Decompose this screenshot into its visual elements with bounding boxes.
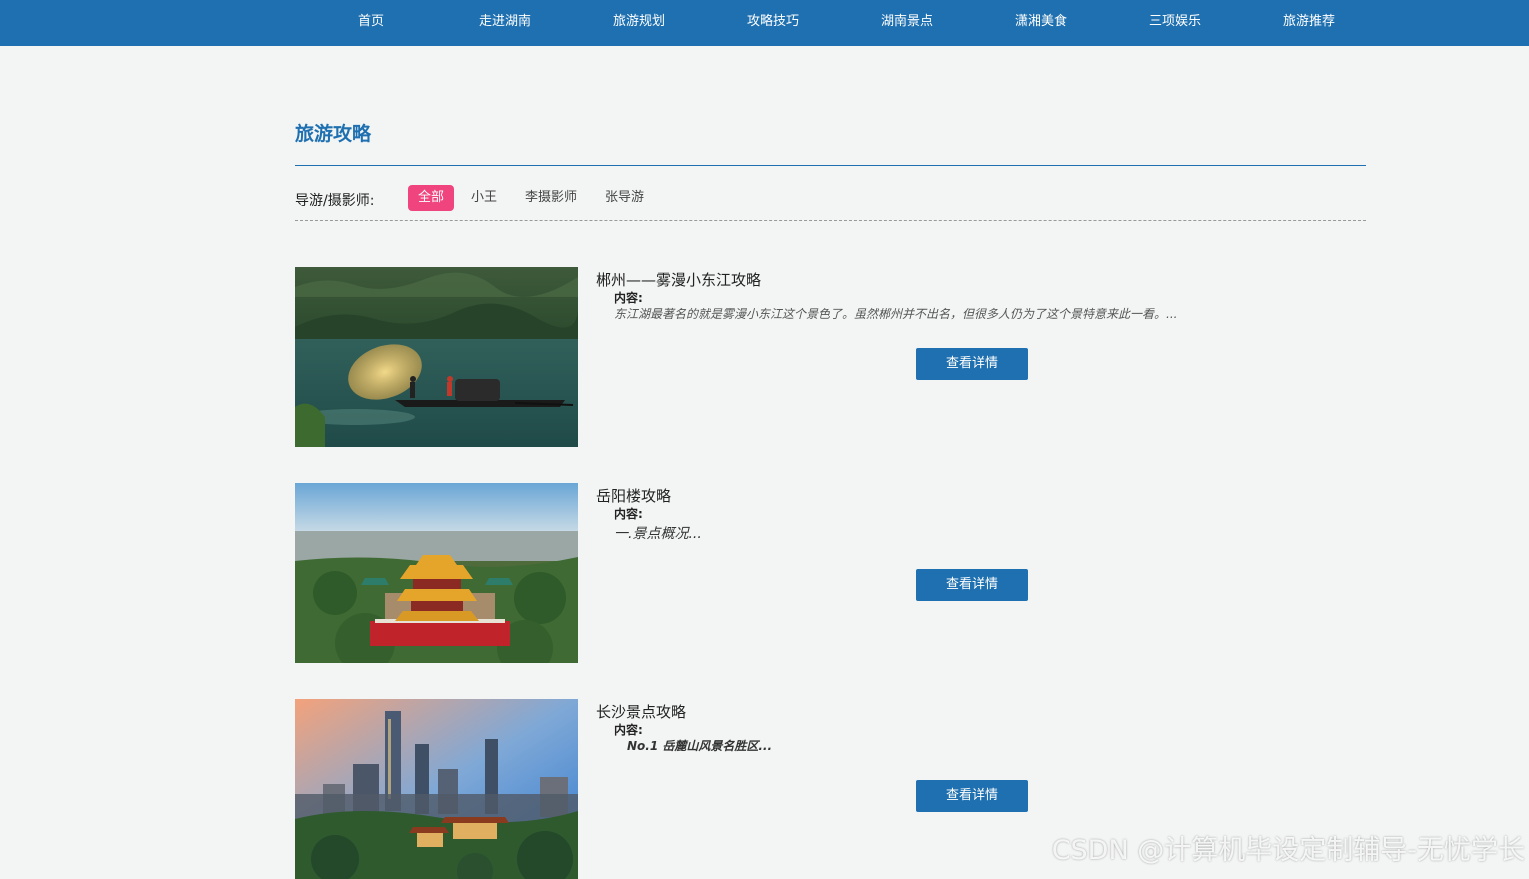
article-title[interactable]: 郴州——雾漫小东江攻略	[596, 269, 761, 290]
nav-item-travel-planning[interactable]: 旅游规划	[572, 0, 706, 46]
changsha-skyline-photo[interactable]	[295, 699, 578, 879]
nav-item-home[interactable]: 首页	[304, 0, 438, 46]
nav-item-entertainment[interactable]: 三项娱乐	[1108, 0, 1242, 46]
article-excerpt: 东江湖最著名的就是雾漫小东江这个景色了。虽然郴州并不出名，但很多人仍为了这个景特…	[614, 305, 1177, 322]
filter-option-li-photographer[interactable]: 李摄影师	[515, 185, 587, 211]
view-details-button[interactable]: 查看详情	[916, 569, 1028, 601]
nav-menu: 首页 走进湖南 旅游规划 攻略技巧 湖南景点 潇湘美食 三项娱乐 旅游推荐	[304, 0, 1376, 46]
yueyang-tower-photo[interactable]	[295, 483, 578, 663]
nav-item-hunan-intro[interactable]: 走进湖南	[438, 0, 572, 46]
guide-filter-bar: 导游/摄影师: 全部 小王 李摄影师 张导游	[295, 185, 1366, 221]
filter-option-xiaowang[interactable]: 小王	[461, 185, 507, 211]
nav-item-recommend[interactable]: 旅游推荐	[1242, 0, 1376, 46]
view-details-button[interactable]: 查看详情	[916, 348, 1028, 380]
view-details-button[interactable]: 查看详情	[916, 780, 1028, 812]
nav-item-attractions[interactable]: 湖南景点	[840, 0, 974, 46]
article-item: 岳阳楼攻略 内容: 一.景点概况... 查看详情	[295, 483, 1366, 663]
title-divider	[295, 165, 1366, 166]
article-title[interactable]: 长沙景点攻略	[596, 701, 686, 722]
filter-option-zhang-guide[interactable]: 张导游	[595, 185, 654, 211]
article-excerpt: 一.景点概况...	[614, 523, 702, 543]
lake-fisherman-photo[interactable]	[295, 267, 578, 447]
content-label: 内容:	[614, 505, 643, 522]
filter-option-all[interactable]: 全部	[408, 185, 454, 211]
watermark-text: CSDN @计算机毕设定制辅导-无忧学长	[1052, 828, 1525, 867]
content-label: 内容:	[614, 721, 643, 738]
page-title: 旅游攻略	[295, 119, 371, 146]
nav-item-food[interactable]: 潇湘美食	[974, 0, 1108, 46]
article-excerpt: No.1 岳麓山风景名胜区...	[627, 737, 772, 754]
top-navigation: 首页 走进湖南 旅游规划 攻略技巧 湖南景点 潇湘美食 三项娱乐 旅游推荐	[0, 0, 1529, 46]
nav-item-tips[interactable]: 攻略技巧	[706, 0, 840, 46]
content-label: 内容:	[614, 289, 643, 306]
article-item: 郴州——雾漫小东江攻略 内容: 东江湖最著名的就是雾漫小东江这个景色了。虽然郴州…	[295, 267, 1366, 447]
article-title[interactable]: 岳阳楼攻略	[596, 485, 671, 506]
filter-label: 导游/摄影师:	[295, 190, 374, 210]
